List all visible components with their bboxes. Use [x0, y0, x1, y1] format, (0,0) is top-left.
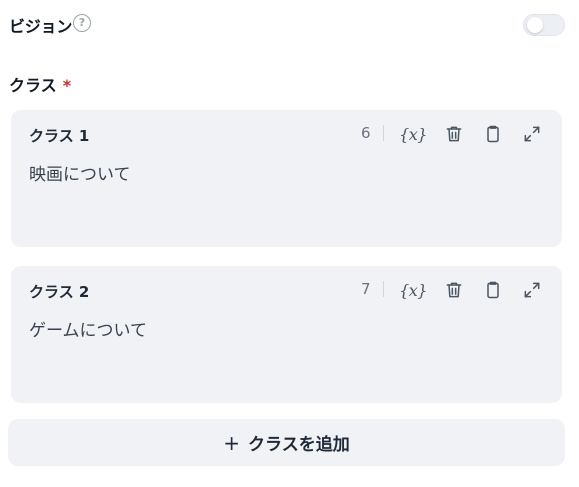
- trash-icon[interactable]: [442, 122, 466, 146]
- class-description-input[interactable]: ゲームについて: [29, 316, 147, 341]
- clipboard-icon[interactable]: [481, 122, 505, 146]
- class-card-2: クラス 2 7 {x} ゲームについて: [11, 266, 562, 403]
- vision-row: ビジョン ?: [9, 8, 565, 38]
- classes-label-text: クラス: [9, 76, 57, 95]
- trash-icon[interactable]: [442, 278, 466, 302]
- divider: [383, 281, 384, 297]
- variable-icon[interactable]: {x}: [399, 278, 427, 302]
- vision-toggle[interactable]: [523, 14, 565, 36]
- class-title: クラス 1: [29, 127, 90, 145]
- vision-toggle-knob: [527, 17, 543, 33]
- clipboard-icon[interactable]: [481, 278, 505, 302]
- class-char-count: 7: [361, 280, 371, 298]
- class-title: クラス 2: [29, 283, 90, 301]
- variable-icon[interactable]: {x}: [399, 122, 427, 146]
- class-char-count: 6: [361, 124, 371, 142]
- add-class-label: クラスを追加: [248, 435, 350, 455]
- expand-icon[interactable]: [520, 278, 544, 302]
- variable-icon-glyph: {x}: [399, 124, 427, 144]
- help-icon[interactable]: ?: [73, 14, 91, 32]
- class-card-1: クラス 1 6 {x} 映画について: [11, 110, 562, 247]
- class-description-input[interactable]: 映画について: [29, 160, 131, 185]
- vision-label: ビジョン: [9, 17, 73, 36]
- classes-label: クラス *: [9, 72, 71, 96]
- required-mark: *: [62, 76, 72, 95]
- plus-icon: +: [223, 430, 241, 455]
- add-class-button[interactable]: + クラスを追加: [8, 419, 565, 466]
- divider: [383, 125, 384, 141]
- variable-icon-glyph: {x}: [399, 280, 427, 300]
- expand-icon[interactable]: [520, 122, 544, 146]
